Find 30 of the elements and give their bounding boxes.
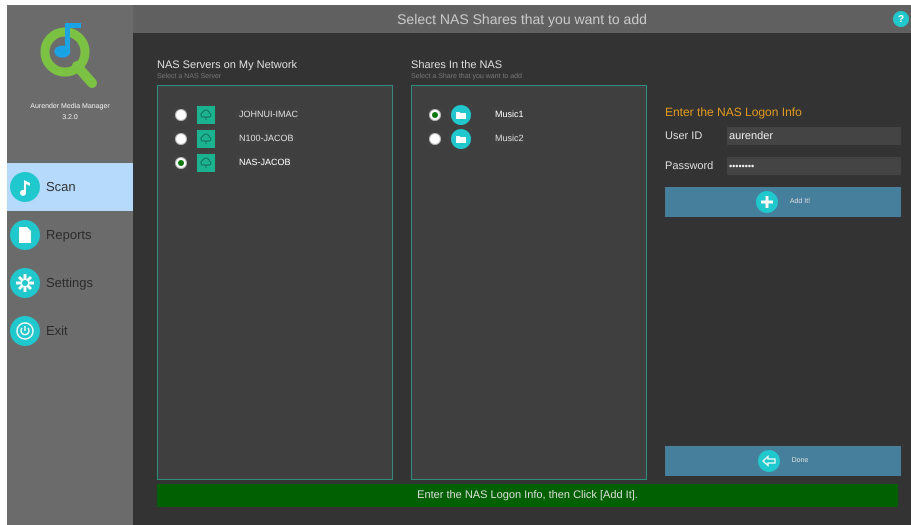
- list-item[interactable]: NAS-JACOB: [239, 156, 291, 170]
- field-label: User ID: [665, 128, 704, 144]
- password-field[interactable]: ••••••••: [727, 157, 901, 175]
- cloud-icon: [197, 106, 215, 124]
- folder-icon: [451, 105, 471, 125]
- radio-button[interactable]: [175, 157, 187, 169]
- field-label: Password: [665, 158, 714, 174]
- form-title: Enter the NAS Logon Info: [665, 104, 803, 121]
- gear-icon: [10, 268, 40, 298]
- user-id-field[interactable]: aurender: [727, 127, 901, 145]
- list-item[interactable]: JOHNUI-IMAC: [239, 108, 298, 122]
- folder-icon: [451, 129, 471, 149]
- plus-icon: [756, 191, 778, 213]
- list-item[interactable]: Music2: [495, 132, 524, 146]
- list-item[interactable]: N100-JACOB: [239, 132, 294, 146]
- power-icon: [10, 316, 40, 346]
- radio-button[interactable]: [175, 133, 187, 145]
- radio-button[interactable]: [175, 109, 187, 121]
- cloud-icon: [197, 130, 215, 148]
- radio-button[interactable]: [429, 133, 441, 145]
- status-bar: Enter the NAS Logon Info, then Click [Add It].: [157, 484, 898, 507]
- cloud-icon: [197, 154, 215, 172]
- page-title: Select NAS Shares that you want to add: [397, 10, 647, 29]
- list-item[interactable]: Music1: [495, 108, 524, 122]
- page-icon: [10, 220, 40, 250]
- note-icon: [10, 172, 40, 202]
- sidebar-item[interactable]: Scan: [7, 163, 133, 211]
- section-title: NAS Servers on My Network: [157, 58, 298, 72]
- radio-button[interactable]: [429, 109, 441, 121]
- section-title: Shares In the NAS: [411, 58, 504, 72]
